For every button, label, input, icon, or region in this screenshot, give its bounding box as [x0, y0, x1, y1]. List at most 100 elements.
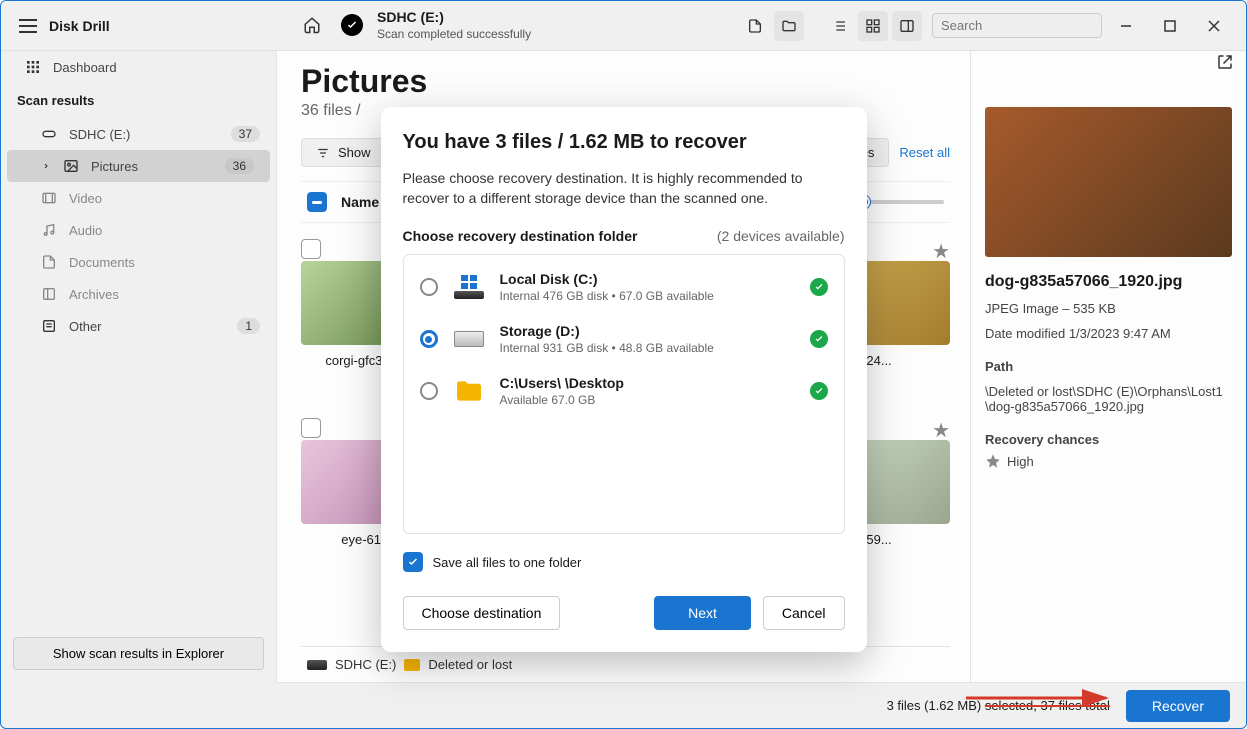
archive-icon	[41, 286, 57, 302]
detail-chances-label: Recovery chances	[985, 432, 1232, 447]
save-all-checkbox[interactable]	[403, 552, 423, 572]
selection-summary: 3 files (1.62 MB) selected, 37 files tot…	[887, 698, 1110, 713]
sidebar-item-archives[interactable]: Archives	[1, 278, 276, 310]
preview-image	[985, 107, 1232, 257]
destination-name: Local Disk (C:)	[500, 271, 714, 287]
scan-drive-label: SDHC (E:)	[377, 10, 531, 25]
breadcrumb-folder[interactable]: Deleted or lost	[428, 657, 512, 672]
sidebar-item-label: Other	[69, 319, 102, 334]
drive-icon	[307, 660, 327, 670]
search-input[interactable]	[941, 18, 1117, 33]
radio-button[interactable]	[420, 278, 438, 296]
detail-path-label: Path	[985, 359, 1232, 374]
sidebar-item-label: Audio	[69, 223, 102, 238]
sidebar-item-drive[interactable]: SDHC (E:) 37	[1, 118, 276, 150]
drive-icon	[41, 126, 57, 142]
video-icon	[41, 190, 57, 206]
sidebar-item-documents[interactable]: Documents	[1, 246, 276, 278]
modal-description: Please choose recovery destination. It i…	[403, 168, 845, 209]
audio-icon	[41, 222, 57, 238]
folder-icon	[404, 659, 420, 671]
radio-button[interactable]	[420, 330, 438, 348]
sidebar-item-label: SDHC (E:)	[69, 127, 130, 142]
sidebar-badge: 36	[225, 158, 254, 174]
sidebar-badge: 1	[237, 318, 260, 334]
destination-option[interactable]: C:\Users\ \Desktop Available 67.0 GB	[408, 365, 840, 417]
status-ok-icon	[810, 278, 828, 296]
show-filter-label: Show	[338, 145, 371, 160]
checkmark-circle-icon	[341, 14, 363, 36]
scan-status-label: Scan completed successfully	[377, 27, 531, 41]
detail-type: JPEG Image – 535 KB	[985, 301, 1232, 316]
close-button[interactable]	[1194, 12, 1234, 40]
chevron-right-icon	[41, 162, 51, 170]
search-box[interactable]	[932, 13, 1102, 38]
list-view-icon[interactable]	[824, 11, 854, 41]
sidebar-item-label: Video	[69, 191, 102, 206]
star-icon	[985, 453, 1001, 469]
detail-path-value: \Deleted or lost\SDHC (E)\Orphans\Lost1\…	[985, 384, 1232, 414]
modal-title: You have 3 files / 1.62 MB to recover	[403, 131, 845, 154]
destination-option[interactable]: Local Disk (C:) Internal 476 GB disk • 67…	[408, 261, 840, 313]
sidebar-badge: 37	[231, 126, 260, 142]
sidebar-item-other[interactable]: Other 1	[1, 310, 276, 342]
column-header-name[interactable]: Name	[341, 194, 379, 210]
sidebar-item-label: Archives	[69, 287, 119, 302]
file-checkbox[interactable]	[301, 418, 321, 438]
favorite-icon[interactable]: ★	[932, 239, 950, 264]
select-all-checkbox[interactable]	[307, 192, 327, 212]
panel-view-icon[interactable]	[892, 11, 922, 41]
destination-sub: Internal 931 GB disk • 48.8 GB available	[500, 341, 714, 355]
sidebar-item-pictures[interactable]: Pictures 36	[7, 150, 270, 182]
app-title: Disk Drill	[49, 18, 110, 34]
choose-destination-button[interactable]: Choose destination	[403, 596, 561, 630]
minimize-button[interactable]	[1106, 12, 1146, 40]
status-ok-icon	[810, 382, 828, 400]
detail-modified: Date modified 1/3/2023 9:47 AM	[985, 326, 1232, 341]
destination-sub: Available 67.0 GB	[500, 393, 624, 407]
radio-button[interactable]	[420, 382, 438, 400]
sidebar-item-dashboard[interactable]: Dashboard	[1, 51, 276, 83]
open-external-icon[interactable]	[1216, 53, 1234, 74]
sidebar-section-title: Scan results	[1, 83, 276, 118]
open-in-explorer-button[interactable]: Show scan results in Explorer	[13, 637, 264, 670]
thumbnail-size-slider[interactable]	[854, 200, 944, 204]
destination-sub: Internal 476 GB disk • 67.0 GB available	[500, 289, 714, 303]
disk-icon	[452, 325, 486, 353]
sidebar-item-label: Pictures	[91, 159, 138, 174]
folder-view-icon[interactable]	[774, 11, 804, 41]
detail-filename: dog-g835a57066_1920.jpg	[985, 273, 1232, 291]
other-icon	[41, 318, 57, 334]
devices-available-label: (2 devices available)	[717, 228, 845, 244]
home-icon[interactable]	[297, 10, 327, 40]
folder-icon	[452, 377, 486, 405]
windows-disk-icon	[452, 273, 486, 301]
sidebar-item-video[interactable]: Video	[1, 182, 276, 214]
file-icon[interactable]	[740, 11, 770, 41]
maximize-button[interactable]	[1150, 12, 1190, 40]
show-filter-button[interactable]: Show	[301, 138, 386, 167]
dashboard-icon	[25, 59, 41, 75]
status-ok-icon	[810, 330, 828, 348]
sidebar-item-label: Dashboard	[53, 60, 117, 75]
picture-icon	[63, 158, 79, 174]
cancel-button[interactable]: Cancel	[763, 596, 845, 630]
filter-icon	[316, 146, 330, 160]
favorite-icon[interactable]: ★	[932, 418, 950, 443]
detail-chances-value: High	[1007, 454, 1034, 469]
recover-button[interactable]: Recover	[1126, 690, 1230, 722]
document-icon	[41, 254, 57, 270]
recovery-destination-dialog: You have 3 files / 1.62 MB to recover Pl…	[381, 107, 867, 653]
grid-view-icon[interactable]	[858, 11, 888, 41]
reset-all-link[interactable]: Reset all	[899, 145, 950, 160]
file-checkbox[interactable]	[301, 239, 321, 259]
next-button[interactable]: Next	[654, 596, 751, 630]
sidebar-item-audio[interactable]: Audio	[1, 214, 276, 246]
save-all-label: Save all files to one folder	[433, 555, 582, 570]
page-title: Pictures	[301, 63, 950, 100]
choose-destination-label: Choose recovery destination folder	[403, 228, 638, 244]
menu-icon[interactable]	[19, 15, 41, 37]
breadcrumb-drive[interactable]: SDHC (E:)	[335, 657, 396, 672]
destination-option[interactable]: Storage (D:)Internal 931 GB disk • 48.8 …	[408, 313, 840, 365]
destination-name: C:\Users\ \Desktop	[500, 375, 624, 391]
